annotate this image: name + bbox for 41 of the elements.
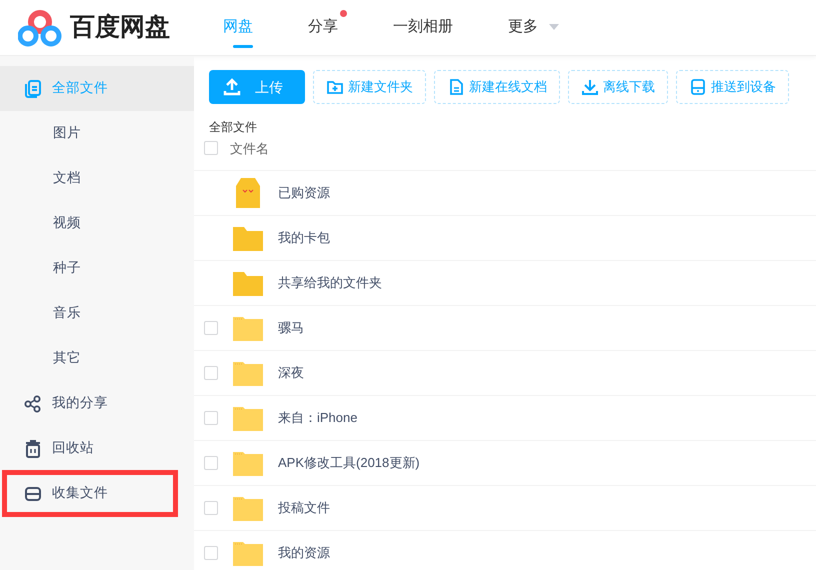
sidebar-item[interactable]: 视频 [0,201,194,246]
file-name[interactable]: 已购资源 [278,182,330,202]
sidebar-item[interactable]: 音乐 [0,291,194,336]
column-header: 文件名 [230,140,269,158]
file-name[interactable]: 我的资源 [278,542,330,562]
sidebar-item[interactable]: 收集文件 [3,471,177,516]
file-name[interactable]: 我的卡包 [278,228,330,248]
file-name[interactable]: 深夜 [278,362,304,382]
sidebar-item[interactable]: 种子 [0,246,194,291]
tray-icon [24,484,42,502]
trash-icon [24,440,42,458]
file-name[interactable]: 共享给我的文件夹 [278,272,382,292]
files-icon [24,80,42,98]
checkbox[interactable] [204,500,218,514]
file-name[interactable]: APK修改工具(2018更新) [278,452,420,472]
sidebar-item[interactable]: 回收站 [0,426,194,471]
device-icon [689,78,707,96]
logo-icon [18,8,62,46]
file-name[interactable]: 投稿文件 [278,498,330,518]
nav-tab[interactable]: 更多 [508,0,570,56]
checkbox[interactable] [204,456,218,470]
checkbox[interactable] [204,366,218,380]
share-icon [24,394,42,412]
nav-tab[interactable]: 分享 [308,0,348,56]
nav-tab[interactable]: 一刻相册 [393,0,463,56]
breadcrumb[interactable]: 全部文件 [209,118,257,136]
document-icon [447,78,465,96]
logo-text: 百度网盘 [70,12,170,43]
checkbox[interactable] [204,410,218,424]
sidebar-item[interactable]: 其它 [0,336,194,381]
sidebar-item[interactable]: 图片 [0,111,194,156]
checkbox[interactable] [204,140,218,154]
folder-plus-icon [326,78,344,96]
upload-icon [223,78,241,96]
sidebar-item[interactable]: 文档 [0,156,194,201]
sidebar-item[interactable]: 我的分享 [0,381,194,426]
file-name[interactable]: 骡马 [278,318,304,338]
checkbox[interactable] [204,320,218,334]
checkbox[interactable] [204,546,218,560]
download-icon [581,78,599,96]
file-name[interactable]: 来自：iPhone [278,408,358,428]
